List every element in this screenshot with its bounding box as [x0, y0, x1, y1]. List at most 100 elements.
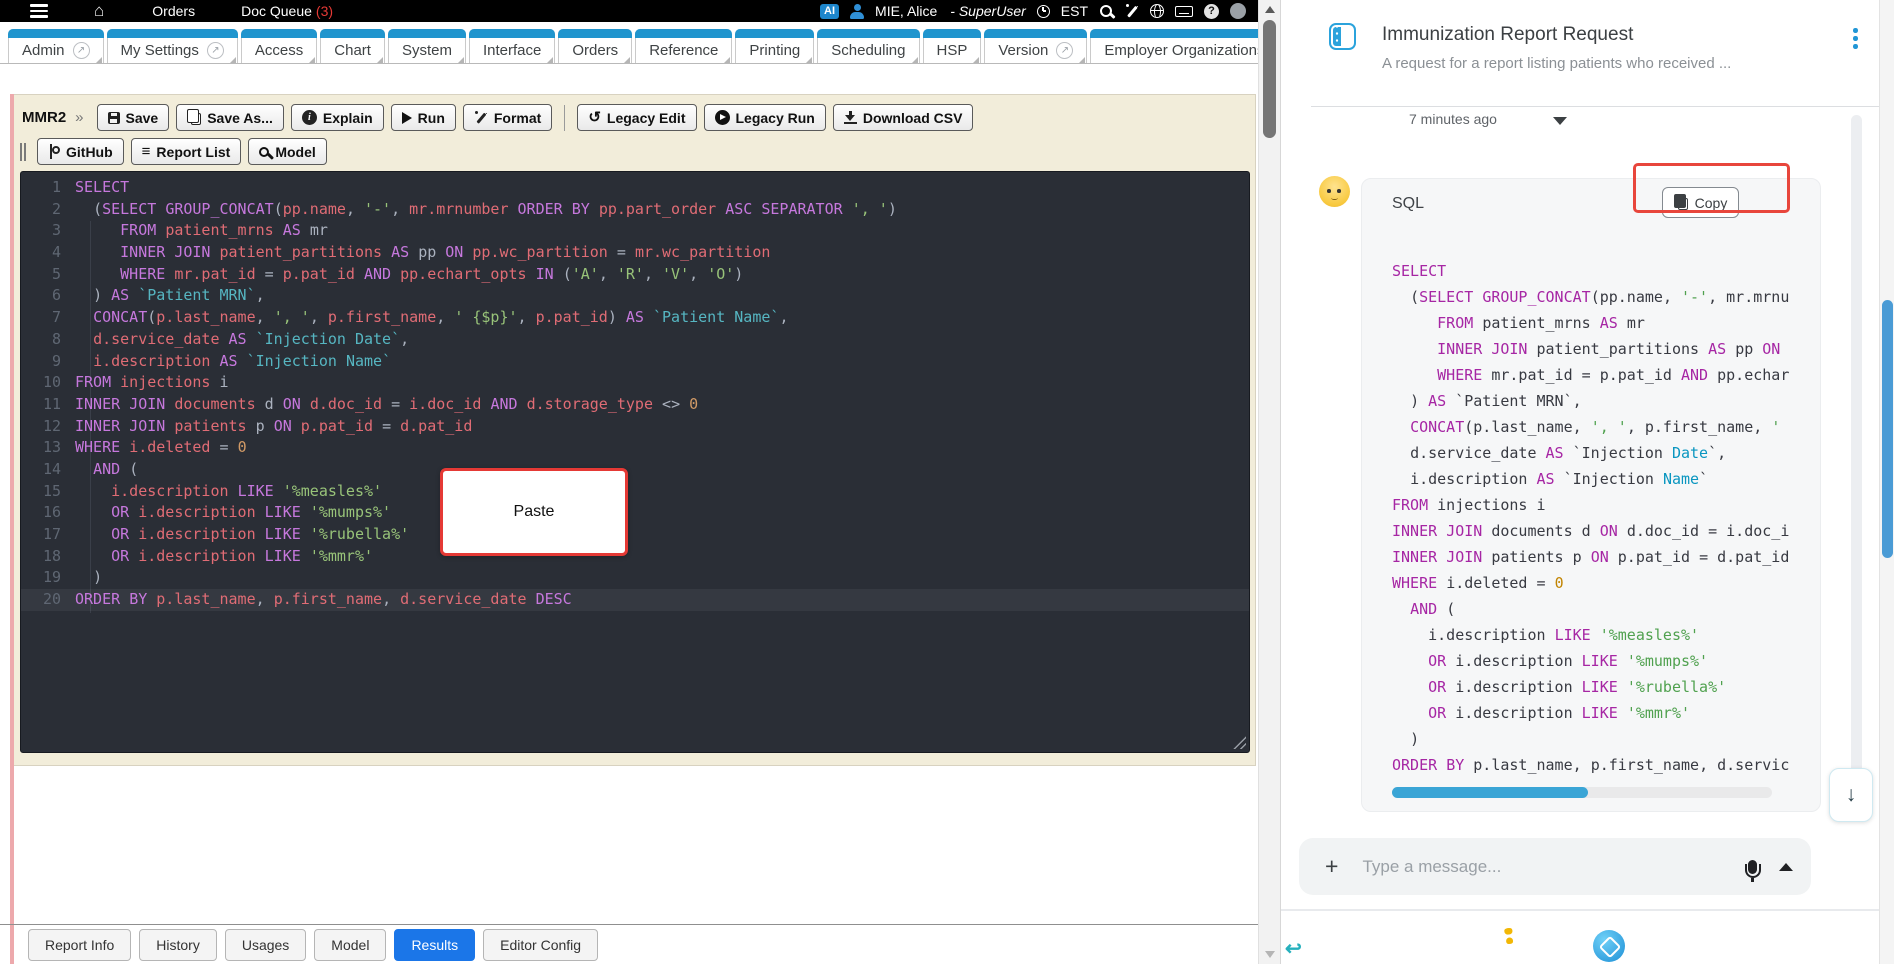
nav-tab-hsp[interactable]: HSP: [922, 29, 982, 63]
chevron-down-icon[interactable]: [1553, 117, 1567, 125]
editor-resize-handle[interactable]: [1232, 735, 1246, 749]
code-line: 19 ): [42, 568, 103, 587]
avatar[interactable]: [1230, 3, 1246, 19]
search-icon[interactable]: [1099, 4, 1114, 19]
assistant-avatar: [1319, 176, 1350, 207]
github-button[interactable]: GitHub: [37, 138, 124, 165]
copy-button[interactable]: Copy: [1662, 187, 1739, 218]
code-scrollbar-thumb[interactable]: [1392, 787, 1588, 798]
chevron-up-icon[interactable]: [1779, 862, 1793, 871]
code-line: 3 FROM patient_mrns AS mr: [51, 221, 328, 240]
app-root: ⌂ Orders Doc Queue (3) AI MIE, Alice - Su…: [0, 0, 1894, 964]
model-button[interactable]: Model: [248, 138, 327, 165]
topbar-link-doc-queue[interactable]: Doc Queue (3): [241, 3, 333, 19]
sun-badge-icon[interactable]: [1501, 928, 1517, 944]
window-scrollbar-thumb[interactable]: [1882, 300, 1893, 558]
add-attachment-button[interactable]: +: [1325, 855, 1338, 878]
code-line: 7 CONCAT(p.last_name, ', ', p.first_name…: [51, 308, 789, 327]
scrollbar-down-arrow[interactable]: [1265, 951, 1275, 958]
code-line: WHERE mr.pat_id = p.pat_id AND pp.echart…: [1437, 366, 1789, 384]
code-line: WHERE i.deleted = 0: [1392, 574, 1564, 592]
nav-tab-printing[interactable]: Printing: [735, 29, 815, 63]
scrollbar-thumb[interactable]: [1263, 20, 1276, 138]
code-line: INNER JOIN documents d ON d.doc_id = i.d…: [1392, 522, 1789, 540]
assistant-app-icon[interactable]: [1593, 930, 1625, 962]
github-branch-icon: [48, 144, 60, 159]
home-icon[interactable]: ⌂: [94, 2, 104, 20]
magic-wand-icon[interactable]: [1125, 4, 1139, 18]
nav-tab-interface[interactable]: Interface: [468, 29, 556, 63]
code-line: 20 ORDER BY p.last_name, p.first_name, d.…: [21, 589, 1249, 611]
bottom-tab-bar: Report Info History Usages Model Results…: [28, 929, 599, 961]
sql-code-block: SELECT (SELECT GROUP_CONCAT(pp.name, '-'…: [1392, 258, 1789, 780]
message-composer: +: [1299, 838, 1811, 895]
code-line: 17 OR i.description LIKE '%rubella%': [42, 525, 410, 543]
explain-button[interactable]: i Explain: [290, 104, 384, 131]
toolbar-grip-handle[interactable]: [20, 142, 26, 161]
tab-usages[interactable]: Usages: [224, 929, 307, 961]
globe-icon[interactable]: [1150, 4, 1164, 18]
nav-tab-system[interactable]: System: [387, 29, 466, 63]
format-button[interactable]: Format: [462, 104, 553, 131]
paste-overlay-button[interactable]: Paste: [440, 468, 628, 556]
sql-message-card: SQL Copy SELECT (SELECT GROUP_CONCAT(pp.…: [1361, 178, 1821, 812]
scrollbar-up-arrow[interactable]: [1265, 6, 1275, 13]
nav-tab-admin[interactable]: Admin ↗: [8, 29, 104, 63]
code-line: 11 INNER JOIN documents d ON d.doc_id = i…: [42, 394, 699, 413]
run-play-icon: [401, 111, 412, 124]
scroll-to-bottom-button[interactable]: ↓: [1829, 768, 1873, 822]
nav-tab-my-settings[interactable]: My Settings ↗: [106, 29, 239, 63]
nav-tab-reference[interactable]: Reference: [635, 29, 733, 63]
nav-tab-employer-organizations[interactable]: Employer Organizations↗: [1090, 29, 1262, 63]
save-as-button[interactable]: Save As...: [176, 104, 284, 131]
legacy-edit-button[interactable]: ↺ Legacy Edit: [577, 104, 697, 131]
user-name[interactable]: MIE, Alice: [875, 3, 937, 19]
tab-history[interactable]: History: [139, 929, 217, 961]
help-icon[interactable]: ?: [1204, 3, 1219, 19]
ai-badge[interactable]: AI: [820, 3, 840, 19]
legacy-run-button[interactable]: Legacy Run: [703, 104, 826, 131]
code-line: OR i.description LIKE '%mmr%': [1428, 704, 1691, 722]
top-bar: ⌂ Orders Doc Queue (3) AI MIE, Alice - Su…: [0, 0, 1262, 22]
tab-results[interactable]: Results: [394, 929, 476, 961]
tab-report-info[interactable]: Report Info: [28, 929, 132, 961]
nav-tab-scheduling[interactable]: Scheduling: [817, 29, 920, 63]
tab-model[interactable]: Model: [314, 929, 387, 961]
run-button[interactable]: Run: [390, 104, 456, 131]
code-line: 1 SELECT: [51, 178, 130, 196]
save-button[interactable]: Save: [96, 104, 170, 131]
sql-editor[interactable]: 1 SELECT 2 (SELECT GROUP_CONCAT(pp.name, '…: [20, 171, 1250, 753]
nav-tab-access[interactable]: Access: [240, 29, 318, 63]
code-line: OR i.description LIKE '%mumps%': [1428, 652, 1709, 670]
message-input[interactable]: [1362, 856, 1748, 877]
report-list-button[interactable]: ≡ Report List: [130, 138, 242, 165]
nav-tab-orders[interactable]: Orders: [558, 29, 633, 63]
tab-editor-config[interactable]: Editor Config: [483, 929, 599, 961]
undo-corner-arrow-icon[interactable]: ↩: [1285, 936, 1302, 961]
model-search-icon: [259, 147, 270, 157]
chat-scrollbar-thumb[interactable]: [1851, 115, 1862, 787]
code-horizontal-scrollbar[interactable]: [1392, 787, 1772, 798]
microphone-icon[interactable]: [1744, 859, 1761, 882]
nav-tab-version[interactable]: Version ↗: [984, 29, 1088, 63]
topbar-link-orders[interactable]: Orders: [152, 3, 195, 19]
copy-icon: [1673, 193, 1688, 210]
timezone-label[interactable]: EST: [1061, 3, 1088, 19]
breadcrumb-chevron[interactable]: »: [75, 109, 83, 126]
code-line: 4 INNER JOIN patient_partitions AS pp ON…: [51, 243, 771, 262]
legacy-run-icon: [714, 110, 730, 125]
save-as-icon: [187, 109, 202, 125]
hamburger-menu-icon[interactable]: [30, 4, 48, 18]
download-csv-button[interactable]: Download CSV: [832, 104, 974, 131]
code-line: 6 ) AS `Patient MRN`,: [51, 286, 265, 305]
nav-tab-chart[interactable]: Chart: [320, 29, 385, 63]
kebab-menu-icon[interactable]: [1851, 26, 1860, 51]
editor-toolbar-row1: MMR2 » Save Save As... i Explain Run Form…: [22, 104, 974, 131]
report-id-label: MMR2: [22, 109, 67, 126]
chat-side-panel: Immunization Report Request A request fo…: [1280, 0, 1894, 964]
keyboard-icon[interactable]: [1175, 5, 1193, 17]
code-line: 15 i.description LIKE '%measles%': [42, 481, 383, 500]
external-link-icon: ↗: [72, 42, 90, 59]
message-timestamp: 7 minutes ago: [1409, 111, 1497, 127]
code-line: FROM patient_mrns AS mr: [1437, 314, 1645, 332]
